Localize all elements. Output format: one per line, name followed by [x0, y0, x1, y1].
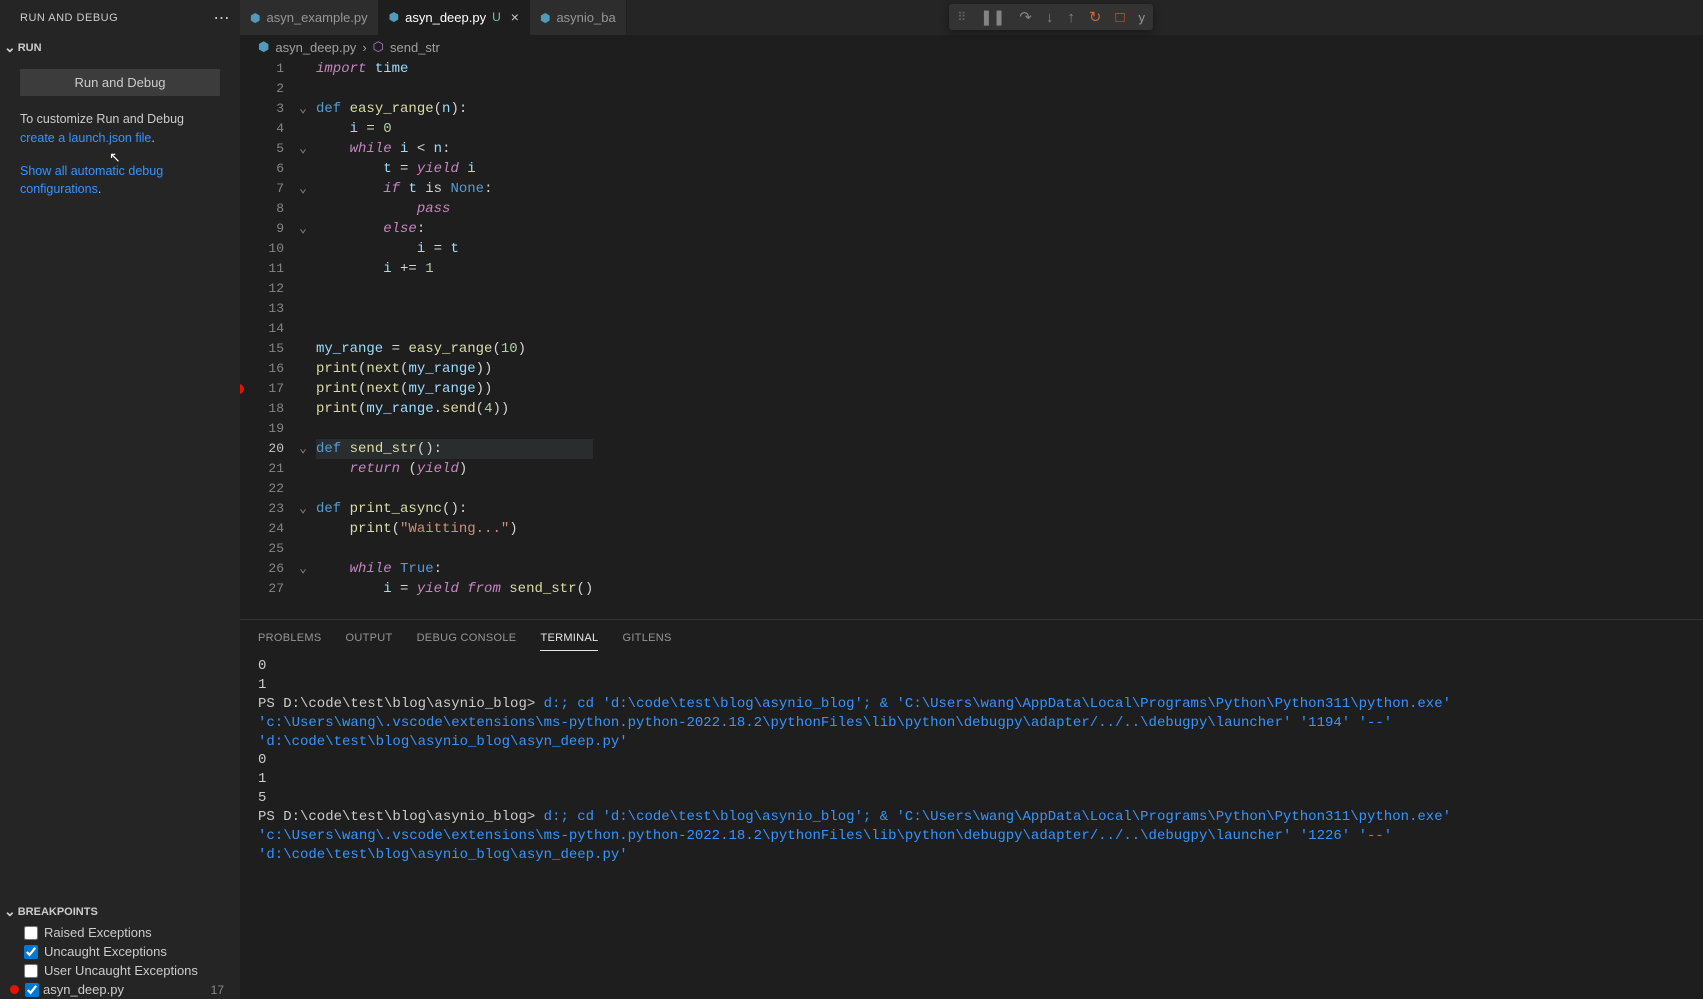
editor-tabs: ⬢ asyn_example.py ⬢ asyn_deep.py U × ⬢ a…: [240, 0, 1703, 35]
debug-restart-icon[interactable]: ↻: [1089, 8, 1102, 26]
python-icon: ⬢: [258, 39, 269, 55]
main: ⬢ asyn_example.py ⬢ asyn_deep.py U × ⬢ a…: [240, 0, 1703, 999]
bp-user-uncaught-checkbox[interactable]: [24, 964, 38, 978]
panel-tab-debug-console[interactable]: DEBUG CONSOLE: [417, 626, 517, 651]
close-tab-icon[interactable]: ×: [511, 9, 519, 25]
debug-step-out-icon[interactable]: ↑: [1067, 9, 1075, 26]
tab-asyn-example[interactable]: ⬢ asyn_example.py: [240, 0, 379, 35]
run-and-debug-button[interactable]: Run and Debug: [20, 69, 220, 96]
debug-step-over-icon[interactable]: ↷: [1019, 8, 1032, 26]
breadcrumb-symbol[interactable]: send_str: [390, 40, 440, 55]
terminal-line: PS D:\code\test\blog\asynio_blog> d:; cd…: [258, 808, 1685, 865]
python-icon: ⬢: [389, 10, 399, 24]
bp-raised-exceptions[interactable]: Raised Exceptions: [0, 923, 240, 942]
terminal-line: PS D:\code\test\blog\asynio_blog> d:; cd…: [258, 695, 1685, 752]
panel-tab-output[interactable]: OUTPUT: [346, 626, 393, 651]
debug-step-into-icon[interactable]: ↓: [1046, 9, 1054, 26]
bp-uncaught-checkbox[interactable]: [24, 945, 38, 959]
panel-tab-gitlens[interactable]: GITLENS: [622, 626, 671, 651]
tab-git-status: U: [492, 10, 501, 24]
breadcrumb-sep-icon: ›: [362, 40, 366, 55]
chevron-down-icon: ⌄: [4, 39, 16, 56]
debug-pause-icon[interactable]: ❚❚: [980, 8, 1005, 26]
sidebar-header: RUN AND DEBUG ⋯: [0, 0, 240, 36]
drag-handle-icon[interactable]: ⠿: [957, 10, 966, 24]
debug-toolbar[interactable]: ⠿ ❚❚ ↷ ↓ ↑ ↻ □ y: [949, 4, 1153, 30]
breadcrumb[interactable]: ⬢ asyn_deep.py › ⬡ send_str: [240, 35, 1703, 59]
bottom-panel: PROBLEMS OUTPUT DEBUG CONSOLE TERMINAL G…: [240, 619, 1703, 999]
tab-asynio-ba[interactable]: ⬢ asynio_ba: [530, 0, 627, 35]
bp-user-uncaught-exceptions[interactable]: User Uncaught Exceptions: [0, 961, 240, 980]
breadcrumb-file[interactable]: asyn_deep.py: [275, 40, 356, 55]
auto-debug-text: Show all automatic debug configurations.: [20, 162, 220, 200]
breakpoint-dot-icon: [10, 985, 19, 994]
tab-asyn-deep[interactable]: ⬢ asyn_deep.py U ×: [379, 0, 530, 35]
terminal-output[interactable]: 0 1 PS D:\code\test\blog\asynio_blog> d:…: [240, 651, 1703, 999]
breakpoints-header[interactable]: ⌄ BREAKPOINTS: [0, 900, 240, 923]
bp-file-checkbox[interactable]: [25, 983, 39, 997]
show-auto-link[interactable]: Show all automatic debug configurations: [20, 164, 163, 197]
python-icon: ⬢: [540, 11, 550, 25]
line-number-gutter: 1234567891011121314151617181920212223242…: [240, 59, 294, 619]
panel-tabs: PROBLEMS OUTPUT DEBUG CONSOLE TERMINAL G…: [240, 620, 1703, 651]
panel-tab-terminal[interactable]: TERMINAL: [540, 626, 598, 651]
bp-uncaught-exceptions[interactable]: Uncaught Exceptions: [0, 942, 240, 961]
sidebar-title: RUN AND DEBUG: [20, 12, 118, 24]
create-launch-link[interactable]: create a launch.json file: [20, 131, 151, 145]
panel-tab-problems[interactable]: PROBLEMS: [258, 626, 322, 651]
fold-gutter: ⌄⌄⌄⌄⌄⌄⌄: [294, 59, 312, 619]
code-content[interactable]: import time def easy_range(n): i = 0 whi…: [312, 59, 593, 619]
bp-raised-checkbox[interactable]: [24, 926, 38, 940]
python-icon: ⬢: [250, 11, 260, 25]
more-icon[interactable]: ⋯: [214, 8, 231, 28]
run-section-body: Run and Debug ↖ To customize Run and Deb…: [0, 59, 240, 209]
run-section-header[interactable]: ⌄ RUN: [0, 36, 240, 59]
bp-file-item[interactable]: asyn_deep.py 17: [0, 980, 240, 999]
sidebar: RUN AND DEBUG ⋯ ⌄ RUN Run and Debug ↖ To…: [0, 0, 240, 999]
chevron-down-icon: ⌄: [4, 903, 16, 920]
debug-stop-icon[interactable]: □: [1115, 9, 1124, 26]
customize-text: To customize Run and Debug create a laun…: [20, 110, 220, 148]
code-editor[interactable]: 1234567891011121314151617181920212223242…: [240, 59, 1703, 619]
run-section-label: RUN: [18, 42, 42, 54]
symbol-method-icon: ⬡: [373, 39, 384, 55]
breakpoints-label: BREAKPOINTS: [18, 906, 98, 918]
breakpoints-section: ⌄ BREAKPOINTS Raised Exceptions Uncaught…: [0, 900, 240, 999]
